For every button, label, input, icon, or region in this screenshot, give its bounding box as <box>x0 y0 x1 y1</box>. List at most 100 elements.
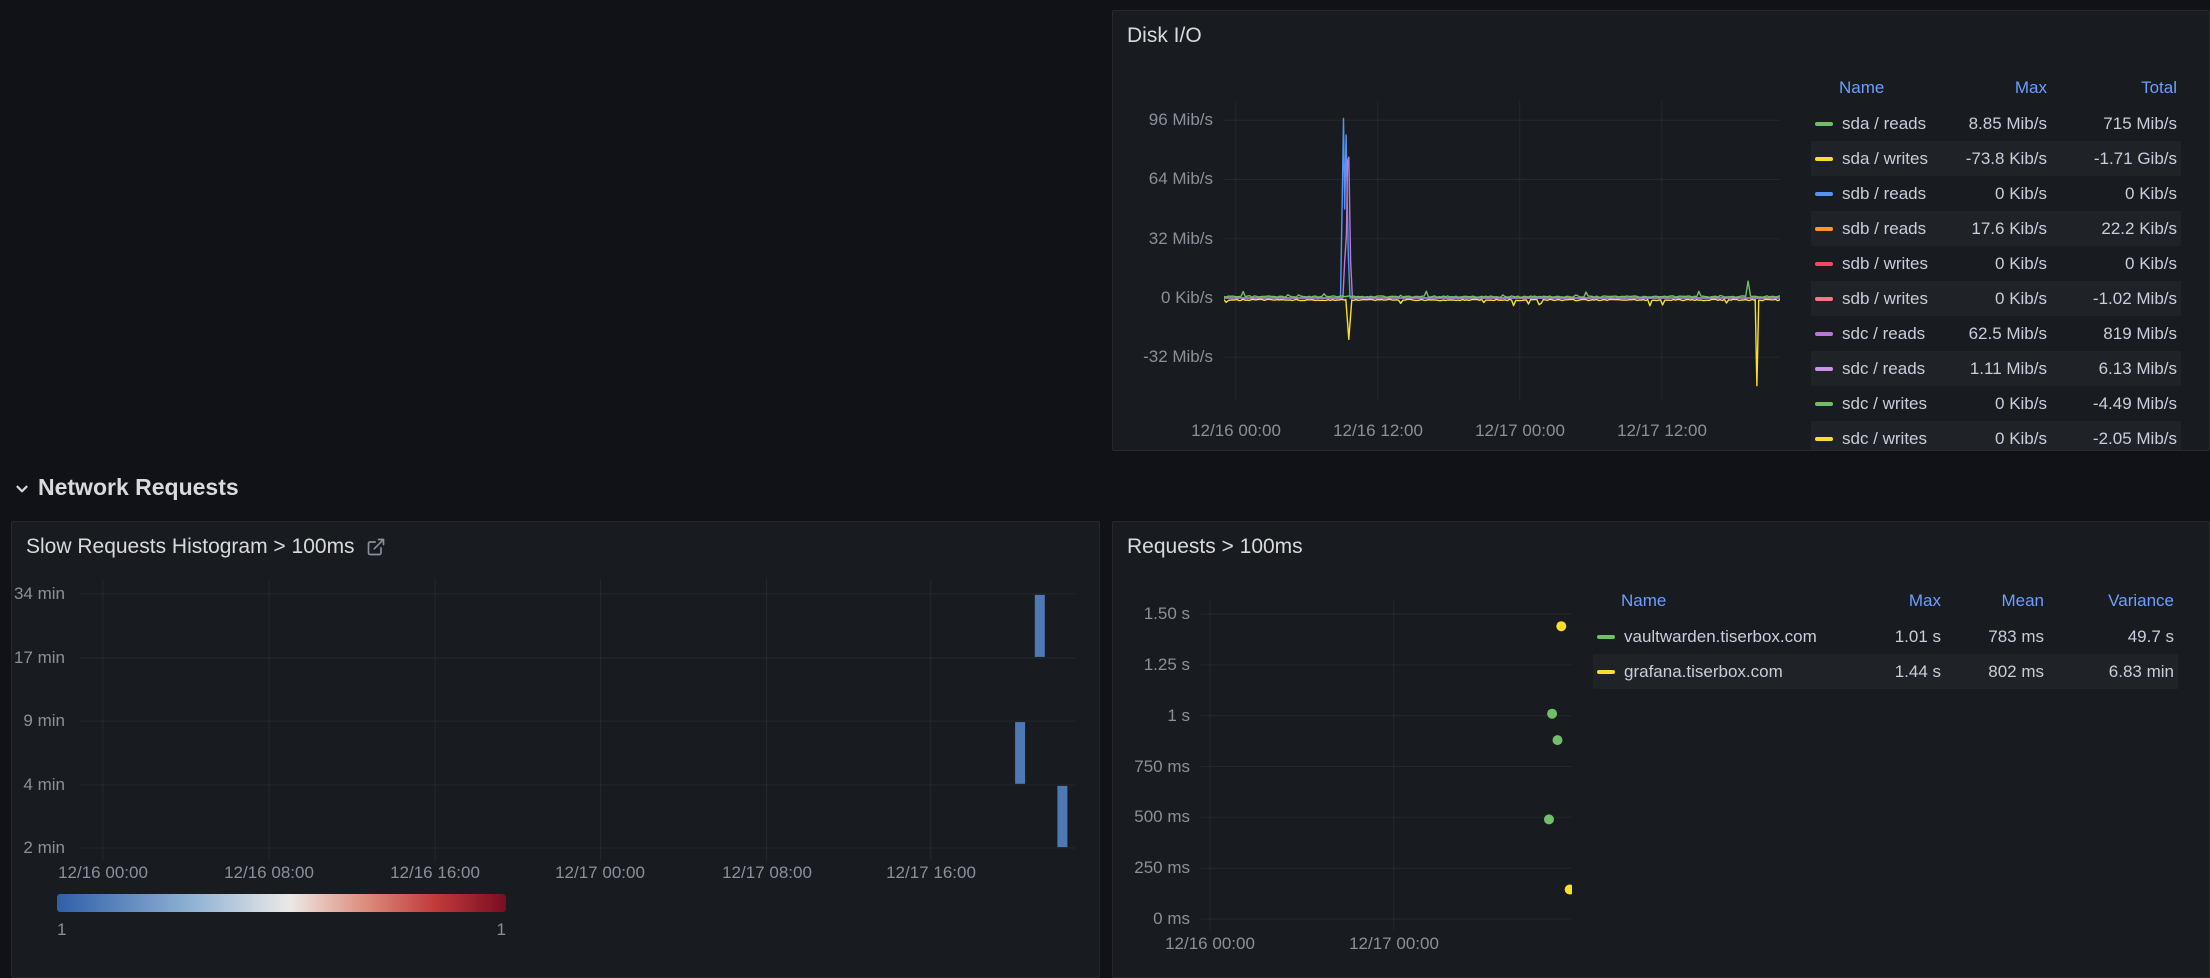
slow-requests-y-tick-label: 17 min <box>11 648 65 668</box>
disk-io-y-tick-label: 0 Kib/s <box>1112 288 1213 308</box>
scatter-point <box>1544 814 1554 824</box>
scatter-point <box>1547 709 1557 719</box>
external-link-icon[interactable] <box>366 537 386 557</box>
disk-io-y-tick-label: 32 Mib/s <box>1112 229 1213 249</box>
scatter-point <box>1556 621 1566 631</box>
disk-io-y-tick-label: -32 Mib/s <box>1112 347 1213 367</box>
requests-x-tick-label: 12/17 00:00 <box>1314 934 1474 954</box>
legend-header-mean[interactable]: Mean <box>1945 583 2048 619</box>
disk-io-x-tick-label: 12/16 00:00 <box>1156 421 1316 441</box>
slow-requests-x-tick-label: 12/16 00:00 <box>23 863 183 883</box>
series-color-swatch <box>1815 437 1833 441</box>
legend-header-variance[interactable]: Variance <box>2048 583 2178 619</box>
legend-value: 783 ms <box>1945 619 2048 654</box>
heatmap-scale-min: 1 <box>57 920 66 940</box>
legend-value: 22.2 Kib/s <box>2051 211 2181 246</box>
legend-row: sdc / writes 0 Kib/s-4.49 Mib/s <box>1811 386 2181 421</box>
series-color-swatch <box>1815 332 1833 336</box>
scatter-point <box>1565 885 1572 895</box>
panel-title-requests[interactable]: Requests > 100ms <box>1127 535 1303 559</box>
requests-plot <box>1201 600 1572 931</box>
legend-value: 6.13 Mib/s <box>2051 351 2181 386</box>
legend-value: 1.11 Mib/s <box>1961 351 2051 386</box>
legend-series-name[interactable]: sdc / reads <box>1842 324 1925 343</box>
legend-value: 0 Kib/s <box>1961 386 2051 421</box>
series-color-swatch <box>1815 402 1833 406</box>
disk-io-plot <box>1224 101 1780 401</box>
requests-y-tick-label: 250 ms <box>1112 858 1190 878</box>
disk-io-y-tick-label: 64 Mib/s <box>1112 169 1213 189</box>
heatmap-cell <box>1015 722 1025 784</box>
legend-series-name[interactable]: sdb / writes <box>1842 289 1928 308</box>
requests-y-tick-label: 1.50 s <box>1112 604 1190 624</box>
legend-value: 8.85 Mib/s <box>1961 106 2051 141</box>
legend-row: sdc / reads 1.11 Mib/s6.13 Mib/s <box>1811 351 2181 386</box>
section-header-network-requests[interactable]: Network Requests <box>13 474 239 501</box>
slow-requests-plot <box>80 579 1075 861</box>
series-color-swatch <box>1815 122 1833 126</box>
disk-io-x-tick-label: 12/17 00:00 <box>1440 421 1600 441</box>
slow-requests-x-tick-label: 12/16 08:00 <box>189 863 349 883</box>
legend-row: sda / writes-73.8 Kib/s-1.71 Gib/s <box>1811 141 2181 176</box>
legend-value: 802 ms <box>1945 654 2048 689</box>
legend-series-name[interactable]: sdc / writes <box>1842 394 1927 413</box>
legend-value: 6.83 min <box>2048 654 2178 689</box>
legend-series-name[interactable]: grafana.tiserbox.com <box>1624 662 1783 681</box>
legend-series-name[interactable]: sdb / reads <box>1842 184 1926 203</box>
panel-requests: Requests > 100ms NameMaxMeanVariance vaul… <box>1112 521 2210 978</box>
legend-row: sdc / writes 0 Kib/s-2.05 Mib/s <box>1811 421 2181 451</box>
legend-series-name[interactable]: sda / writes <box>1842 149 1928 168</box>
series-color-swatch <box>1815 367 1833 371</box>
disk-io-legend-table: NameMaxTotal sda / reads 8.85 Mib/s715 Mib… <box>1811 70 2181 451</box>
slow-requests-y-tick-label: 4 min <box>11 775 65 795</box>
legend-value: 1.44 s <box>1853 654 1945 689</box>
dashboard-canvas: Disk I/O NameMaxTotalsda / reads8.85 Mib… <box>0 0 2210 978</box>
legend-series-name[interactable]: sdc / writes <box>1842 429 1927 448</box>
legend-value: 819 Mib/s <box>2051 316 2181 351</box>
legend-series-name[interactable]: sdb / writes <box>1842 254 1928 273</box>
legend-value: 1.01 s <box>1853 619 1945 654</box>
legend-row: sdb / writes0 Kib/s0 Kib/s <box>1811 246 2181 281</box>
disk-io-series-line <box>1224 118 1780 298</box>
panel-title-slow-requests[interactable]: Slow Requests Histogram > 100ms <box>26 535 386 559</box>
requests-x-tick-label: 12/16 00:00 <box>1130 934 1290 954</box>
slow-requests-x-tick-label: 12/17 16:00 <box>851 863 1011 883</box>
legend-value: 0 Kib/s <box>1961 421 2051 451</box>
legend-value: -2.05 Mib/s <box>2051 421 2181 451</box>
requests-y-tick-label: 1.25 s <box>1112 655 1190 675</box>
series-color-swatch <box>1815 262 1833 266</box>
legend-header-max[interactable]: Max <box>1853 583 1945 619</box>
legend-header-name[interactable]: Name <box>1811 70 1961 106</box>
series-color-swatch <box>1815 297 1833 301</box>
legend-series-name[interactable]: sdc / reads <box>1842 359 1925 378</box>
legend-value: 62.5 Mib/s <box>1961 316 2051 351</box>
requests-y-tick-label: 500 ms <box>1112 807 1190 827</box>
legend-value: 0 Kib/s <box>1961 176 2051 211</box>
panel-title-text: Disk I/O <box>1127 24 1202 48</box>
scatter-point <box>1553 735 1563 745</box>
heatmap-scale-max: 1 <box>476 920 506 940</box>
slow-requests-x-tick-label: 12/17 00:00 <box>520 863 680 883</box>
panel-slow-requests-histogram: Slow Requests Histogram > 100ms 34 min17… <box>11 521 1100 978</box>
legend-header-max[interactable]: Max <box>1961 70 2051 106</box>
legend-value: 715 Mib/s <box>2051 106 2181 141</box>
requests-y-tick-label: 750 ms <box>1112 757 1190 777</box>
requests-y-tick-label: 1 s <box>1112 706 1190 726</box>
legend-value: -73.8 Kib/s <box>1961 141 2051 176</box>
legend-value: -4.49 Mib/s <box>2051 386 2181 421</box>
legend-series-name[interactable]: sdb / reads <box>1842 219 1926 238</box>
legend-value: -1.02 Mib/s <box>2051 281 2181 316</box>
legend-header-total[interactable]: Total <box>2051 70 2181 106</box>
chevron-down-icon <box>13 480 31 498</box>
legend-header-name[interactable]: Name <box>1593 583 1853 619</box>
legend-row: sda / reads 8.85 Mib/s715 Mib/s <box>1811 106 2181 141</box>
legend-value: 0 Kib/s <box>2051 246 2181 281</box>
legend-series-name[interactable]: sda / reads <box>1842 114 1926 133</box>
slow-requests-y-tick-label: 9 min <box>11 711 65 731</box>
panel-title-disk-io[interactable]: Disk I/O <box>1127 24 1202 48</box>
panel-disk-io: Disk I/O NameMaxTotal sda / reads 8.85 Mib… <box>1112 10 2210 451</box>
disk-io-series-line <box>1224 281 1780 297</box>
legend-series-name[interactable]: vaultwarden.tiserbox.com <box>1624 627 1817 646</box>
slow-requests-x-tick-label: 12/17 08:00 <box>687 863 847 883</box>
legend-value: 49.7 s <box>2048 619 2178 654</box>
